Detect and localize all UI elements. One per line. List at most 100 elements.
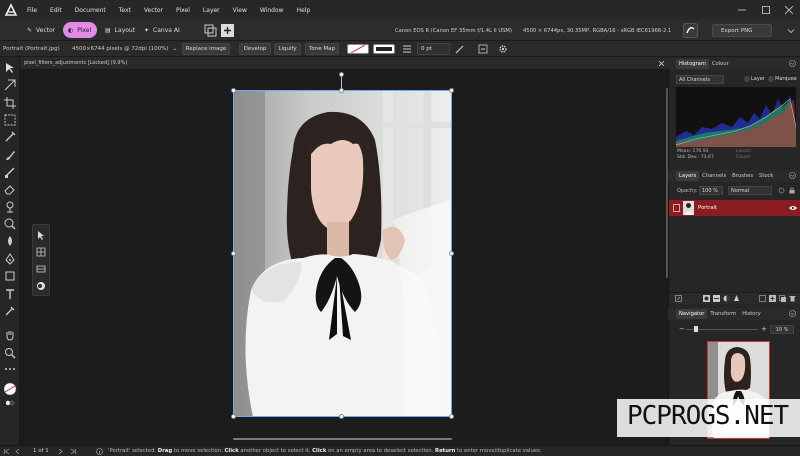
- handle-top-left[interactable]: [231, 88, 236, 93]
- handle-right[interactable]: [449, 251, 454, 256]
- view-tool-icon[interactable]: [4, 79, 16, 91]
- tab-transform[interactable]: Transform: [707, 309, 739, 319]
- liquify-button[interactable]: Liquify: [274, 43, 301, 55]
- persona-vector[interactable]: ✎ Vector: [22, 22, 60, 38]
- snapping-icon[interactable]: [220, 23, 235, 38]
- navigator-panel-menu-icon[interactable]: [789, 310, 796, 317]
- handle-bottom[interactable]: [339, 414, 344, 419]
- more-tools-icon[interactable]: [4, 363, 16, 375]
- layer-row-portrait[interactable]: Portrait: [669, 200, 800, 216]
- align-icon[interactable]: [478, 44, 488, 54]
- menu-view[interactable]: View: [233, 7, 247, 14]
- opacity-field[interactable]: 100 %: [699, 186, 723, 195]
- tab-brushes[interactable]: Brushes: [729, 171, 756, 181]
- menu-edit[interactable]: Edit: [50, 7, 62, 14]
- selection-brush-icon[interactable]: [4, 131, 16, 143]
- layers-panel-menu-icon[interactable]: [789, 172, 796, 179]
- pen-tool-icon[interactable]: [4, 253, 16, 265]
- horizontal-scrollbar[interactable]: [233, 438, 452, 440]
- paint-brush-icon[interactable]: [4, 149, 16, 161]
- marquee-tool-icon[interactable]: [4, 114, 16, 126]
- replace-image-button[interactable]: Replace image: [182, 43, 230, 55]
- zoom-field[interactable]: 10 %: [770, 325, 794, 334]
- tab-close-icon[interactable]: [659, 61, 664, 66]
- marquee-radio[interactable]: [768, 76, 774, 82]
- menu-file[interactable]: File: [27, 7, 37, 14]
- fill-swatch-icon[interactable]: [347, 44, 369, 54]
- close-icon[interactable]: [785, 6, 793, 14]
- menu-document[interactable]: Document: [75, 7, 106, 14]
- persona-pixel[interactable]: ◐ Pixel: [63, 22, 97, 38]
- hand-tool-icon[interactable]: [4, 329, 16, 341]
- handle-left[interactable]: [231, 251, 236, 256]
- handle-bottom-left[interactable]: [231, 414, 236, 419]
- menu-help[interactable]: Help: [297, 7, 311, 14]
- group-icon[interactable]: [759, 295, 766, 302]
- maximize-icon[interactable]: [762, 6, 770, 14]
- tab-histogram[interactable]: Histogram: [676, 59, 709, 69]
- handle-top-right[interactable]: [449, 88, 454, 93]
- menu-text[interactable]: Text: [119, 7, 131, 14]
- quick-menu-icon[interactable]: [683, 23, 698, 38]
- tab-layers[interactable]: Layers: [676, 171, 700, 181]
- menu-vector[interactable]: Vector: [144, 7, 163, 14]
- live-filter-icon[interactable]: [713, 295, 720, 302]
- lock-icon[interactable]: [789, 187, 795, 194]
- pen-icon[interactable]: [455, 44, 465, 54]
- zoom-in-icon[interactable]: +: [761, 325, 767, 333]
- persona-layout[interactable]: ▤ Layout: [100, 22, 140, 38]
- blend-mode-select[interactable]: Normal: [728, 186, 772, 195]
- handle-top[interactable]: [339, 88, 344, 93]
- layer-checkbox[interactable]: [673, 204, 680, 212]
- document-tab[interactable]: pixel_filters_adjustments [Locked] (9.9%…: [20, 57, 668, 70]
- mask-icon[interactable]: [36, 281, 46, 291]
- tab-stock[interactable]: Stock: [756, 171, 776, 181]
- erase-tool-icon[interactable]: [4, 183, 16, 195]
- colour-swatch-icon[interactable]: [3, 382, 17, 396]
- tone-map-button[interactable]: Tone Map: [305, 43, 339, 55]
- tab-history[interactable]: History: [739, 309, 763, 319]
- gear-icon[interactable]: [778, 187, 785, 194]
- first-page-icon[interactable]: [4, 449, 10, 454]
- persona-canva-ai[interactable]: ✦ Canva AI: [139, 22, 185, 38]
- next-page-icon[interactable]: [58, 449, 63, 454]
- prev-page-icon[interactable]: [15, 449, 20, 454]
- adjustment-icon[interactable]: [723, 295, 730, 302]
- export-dropdown-icon[interactable]: [787, 27, 795, 35]
- tab-channels[interactable]: Channels: [699, 171, 729, 181]
- mask-layer-icon[interactable]: [703, 295, 710, 302]
- develop-button[interactable]: Develop: [239, 43, 271, 55]
- crop-tool-icon[interactable]: [4, 97, 16, 109]
- delete-layer-icon[interactable]: [789, 295, 796, 302]
- last-page-icon[interactable]: [70, 449, 76, 454]
- handle-bottom-right[interactable]: [449, 414, 454, 419]
- duplicate-layer-icon[interactable]: [779, 295, 786, 302]
- tab-navigator[interactable]: Navigator: [676, 309, 708, 319]
- dimensions-dropdown[interactable]: 4500×6744 pixels @ 72dpi (100%) ⌄: [72, 41, 177, 57]
- fx-icon[interactable]: [733, 295, 740, 302]
- app-logo-icon[interactable]: [4, 3, 18, 17]
- tab-colour[interactable]: Colour: [709, 59, 732, 69]
- assistant-icon[interactable]: [203, 23, 218, 38]
- menu-window[interactable]: Window: [260, 7, 284, 14]
- rotation-handle[interactable]: [339, 72, 344, 77]
- layers-icon[interactable]: [36, 264, 46, 274]
- minimize-icon[interactable]: [738, 7, 746, 13]
- zoom-slider-thumb[interactable]: [694, 326, 698, 332]
- blur-tool-icon[interactable]: [4, 235, 16, 247]
- stroke-style-icon[interactable]: [402, 44, 412, 54]
- zoom-out-icon[interactable]: −: [679, 325, 685, 333]
- pixel-tool-icon[interactable]: [4, 166, 16, 178]
- zoom-tool-icon[interactable]: [4, 347, 16, 359]
- select-icon[interactable]: [36, 230, 46, 240]
- swap-colours-icon[interactable]: [5, 400, 15, 406]
- clone-tool-icon[interactable]: [4, 201, 16, 213]
- eye-icon[interactable]: [789, 205, 797, 211]
- layer-radio[interactable]: [744, 76, 750, 82]
- export-button[interactable]: Export PNG: [712, 24, 772, 37]
- dodge-tool-icon[interactable]: [4, 218, 16, 230]
- stroke-swatch-icon[interactable]: [373, 44, 395, 54]
- menu-layer[interactable]: Layer: [203, 7, 220, 14]
- eyedropper-icon[interactable]: [4, 305, 16, 317]
- panel-menu-icon[interactable]: [789, 60, 796, 67]
